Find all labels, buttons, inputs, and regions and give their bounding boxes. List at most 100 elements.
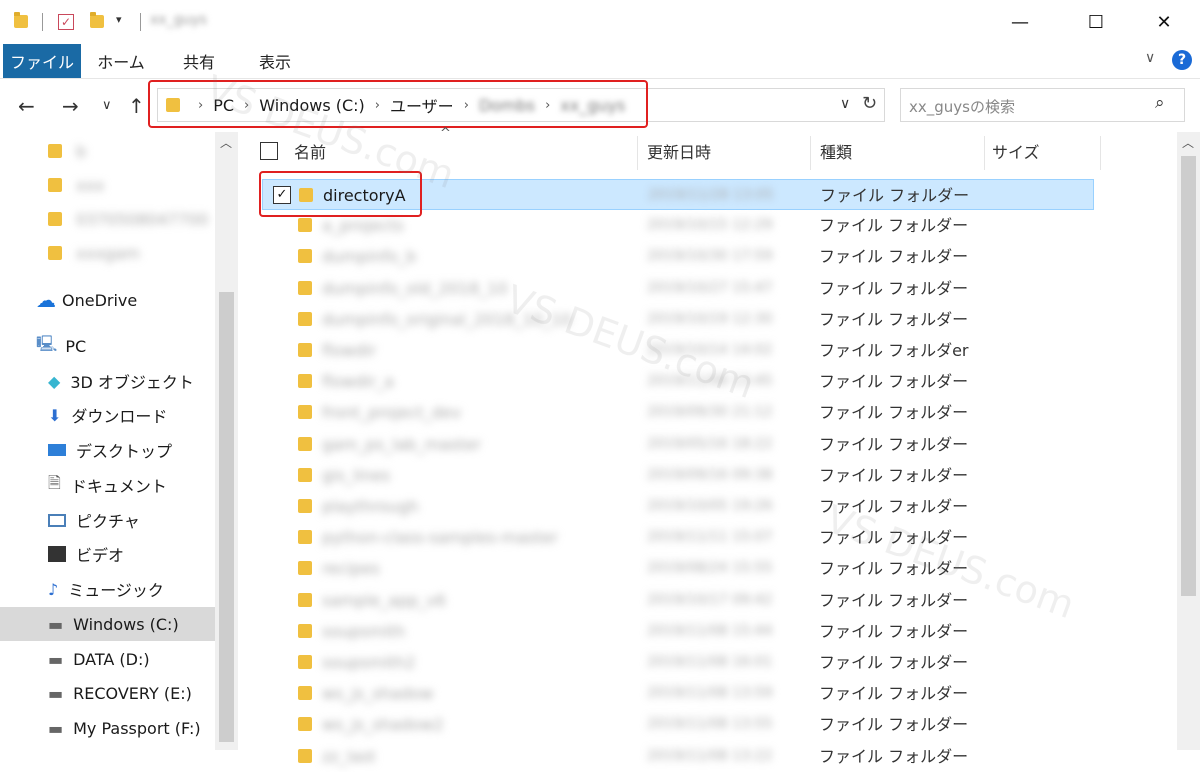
divider <box>140 13 141 31</box>
minimize-button[interactable]: — <box>990 0 1050 44</box>
tree-item[interactable]: xxx <box>0 168 215 202</box>
folder-icon <box>48 178 62 192</box>
download-icon: ⬇ <box>48 405 62 425</box>
folder-icon <box>298 405 312 420</box>
file-date: 2019/11/08 13:22 <box>647 747 773 764</box>
file-name: dumpinfo_b <box>322 247 417 267</box>
tree-item-music[interactable]: ♪ ミュージック <box>0 572 215 606</box>
file-type: ファイル フォルダー <box>819 465 969 485</box>
tree-item-downloads[interactable]: ⬇ ダウンロード <box>0 398 215 432</box>
file-list-scrollbar[interactable]: ︿ <box>1177 132 1200 750</box>
file-row[interactable]: zz_last 2019/11/08 13:22 ファイル フォルダー <box>262 741 1094 772</box>
search-icon[interactable]: ⌕ <box>1155 93 1165 113</box>
tree-item-data-d[interactable]: ▬ DATA (D:) <box>0 642 215 676</box>
folder-icon <box>298 655 312 669</box>
folder-icon <box>298 280 312 295</box>
navigation-pane: b xxx 0370508047700 xxxgam ☁ OneDrive 🖳 PC… <box>0 132 238 750</box>
up-icon[interactable]: ↑ <box>128 94 145 118</box>
tab-view[interactable]: 表示 <box>246 44 304 78</box>
file-date: 2019/10/19 12:30 <box>647 310 773 327</box>
file-date: 2019/11/08 13:59 <box>647 685 773 702</box>
tree-item-my-passport-f[interactable]: ▬ My Passport (F:) <box>0 711 215 745</box>
tree-item-windows-c[interactable]: ▬ Windows (C:) <box>0 607 215 641</box>
new-folder-icon[interactable] <box>90 12 104 28</box>
file-row[interactable]: dumpinfo_original_2018_10_10 2019/10/19 1… <box>262 304 1094 335</box>
folder-icon <box>298 467 312 482</box>
search-box[interactable]: xx_guysの検索 ⌕ <box>900 88 1185 122</box>
tree-item-pictures[interactable]: ピクチャ <box>0 503 215 537</box>
tree-item-videos[interactable]: ビデオ <box>0 537 215 571</box>
desktop-icon <box>48 444 66 456</box>
file-name: front_project_dev <box>322 403 462 423</box>
address-dropdown-icon[interactable]: ∨ <box>840 96 850 112</box>
help-icon[interactable]: ? <box>1172 50 1192 70</box>
file-row[interactable]: ws_js_shadow2 2019/11/08 13:55 ファイル フォルダー <box>262 709 1094 740</box>
tree-item-documents[interactable]: 🗎 ドキュメント <box>0 468 215 502</box>
file-type: ファイル フォルダー <box>820 186 970 205</box>
file-name: playthrough <box>322 497 419 516</box>
file-row[interactable]: soupsmith2 2019/11/08 16:01 ファイル フォルダー <box>262 647 1094 678</box>
file-date: 2019/11/28 13:05 <box>648 187 774 203</box>
search-input[interactable]: xx_guysの検索 <box>909 96 1015 117</box>
file-name: dumpinfo_old_2018_10 <box>322 278 508 298</box>
file-row[interactable]: soupsmith 2019/11/08 15:44 ファイル フォルダー <box>262 616 1094 647</box>
file-type: ファイル フォルダー <box>819 247 969 267</box>
file-row[interactable]: ws_js_shadow 2019/11/08 13:59 ファイル フォルダー <box>262 678 1094 709</box>
cloud-icon: ☁ <box>36 288 56 312</box>
file-name: gam_ps_lab_master <box>322 434 481 454</box>
back-icon[interactable]: ← <box>18 94 35 118</box>
close-button[interactable]: ✕ <box>1134 0 1194 44</box>
column-size[interactable]: サイズ <box>992 132 1040 170</box>
file-row[interactable]: front_project_dev 2019/09/30 21:12 ファイル フォ… <box>262 397 1094 428</box>
tree-item[interactable]: xxxgam <box>0 236 215 270</box>
file-row[interactable]: dumpinfo_old_2018_10 2019/10/27 15:47 ファイル… <box>262 273 1094 304</box>
tree-item[interactable]: 0370508047700 <box>0 202 215 236</box>
folder-icon <box>48 212 62 226</box>
file-name: ws_js_shadow2 <box>322 715 444 735</box>
folder-icon <box>298 592 312 607</box>
file-name: soupsmith2 <box>322 653 416 672</box>
title-bar: ✓ ▾ xx_guys — ☐ ✕ <box>0 0 1200 44</box>
tab-home[interactable]: ホーム <box>88 44 154 78</box>
tree-item-pc[interactable]: 🖳 PC <box>0 329 215 363</box>
file-name: flowdir <box>322 341 377 360</box>
file-type: ファイル フォルダー <box>819 434 969 454</box>
scrollbar-thumb[interactable] <box>219 292 234 742</box>
file-name: gis_lines <box>322 465 391 485</box>
file-row[interactable]: playthrough 2019/10/05 19:26 ファイル フォルダー <box>262 491 1094 522</box>
file-row[interactable]: gis_lines 2019/09/16 09:38 ファイル フォルダー <box>262 460 1094 491</box>
file-date: 2019/08/24 15:55 <box>647 560 773 577</box>
ribbon-expand-icon[interactable]: ∨ <box>1145 50 1155 66</box>
drive-icon: ▬ <box>48 649 64 669</box>
file-row[interactable]: gam_ps_lab_master 2019/05/16 18:22 ファイル フォ… <box>262 429 1094 460</box>
document-icon: 🗎 <box>48 472 61 492</box>
tree-item-recovery-e[interactable]: ▬ RECOVERY (E:) <box>0 676 215 710</box>
select-all-checkbox[interactable] <box>260 142 278 160</box>
scroll-up-icon[interactable]: ︿ <box>1182 134 1194 151</box>
tab-file[interactable]: ファイル <box>3 44 81 78</box>
tree-item-onedrive[interactable]: ☁ OneDrive <box>0 283 215 317</box>
customize-quick-access-icon[interactable]: ▾ <box>116 13 122 26</box>
recent-locations-icon[interactable]: ∨ <box>102 98 112 113</box>
tree-item-3d-objects[interactable]: ◆ 3D オブジェクト <box>0 364 215 398</box>
file-date: 2019/11/08 13:55 <box>647 716 773 733</box>
column-date[interactable]: 更新日時 <box>647 132 711 170</box>
forward-icon[interactable]: → <box>62 94 79 118</box>
tree-item-desktop[interactable]: デスクトップ <box>0 433 215 467</box>
folder-icon <box>14 12 28 28</box>
file-row[interactable]: dumpinfo_b 2019/10/30 17:59 ファイル フォルダー <box>262 241 1094 272</box>
file-date: 2019/10/05 19:26 <box>647 498 773 514</box>
maximize-button[interactable]: ☐ <box>1066 0 1126 44</box>
tree-item[interactable]: b <box>0 134 215 168</box>
refresh-icon[interactable]: ↻ <box>862 93 877 114</box>
properties-icon[interactable]: ✓ <box>58 14 74 30</box>
music-icon: ♪ <box>48 579 59 599</box>
scrollbar-thumb[interactable] <box>1181 156 1196 596</box>
scroll-up-icon[interactable]: ︿ <box>220 134 232 151</box>
cube-icon: ◆ <box>48 371 61 391</box>
navigation-scrollbar[interactable]: ︿ <box>215 132 238 750</box>
file-type: ファイル フォルダー <box>819 403 969 423</box>
video-icon <box>48 546 66 562</box>
file-date: 2019/10/15 12:29 <box>647 217 773 234</box>
column-type[interactable]: 種類 <box>820 132 852 170</box>
